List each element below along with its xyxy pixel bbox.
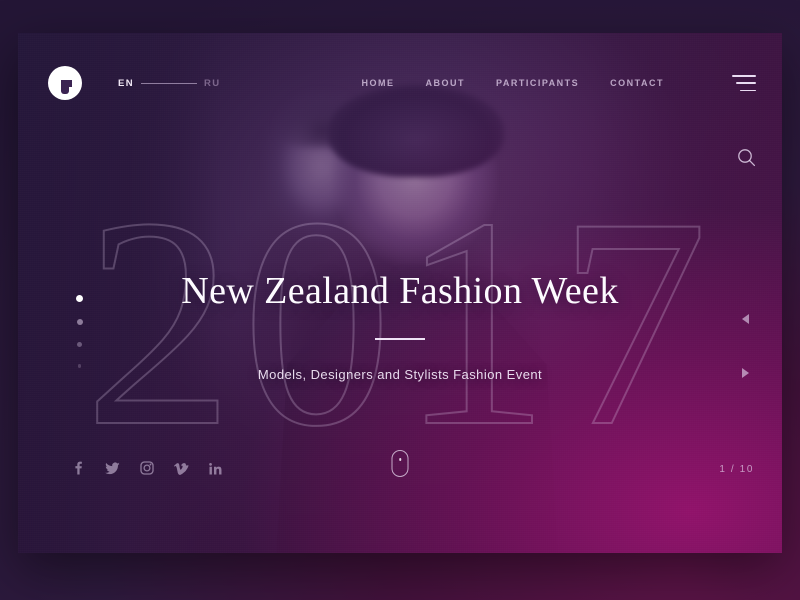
hero-title: New Zealand Fashion Week [181, 270, 619, 312]
nav-item-about[interactable]: ABOUT [426, 78, 466, 88]
scroll-mouse-icon[interactable] [391, 450, 409, 477]
slide-counter: 1 / 10 [719, 464, 754, 475]
slide-dot-4[interactable] [77, 364, 82, 368]
vimeo-icon[interactable] [174, 462, 189, 475]
site-header: EN RU HOME ABOUT PARTICIPANTS CONTACT [18, 33, 782, 133]
facebook-icon[interactable] [72, 461, 85, 475]
slide-dots-navigation [76, 295, 83, 368]
nav-item-home[interactable]: HOME [362, 78, 395, 88]
language-option-en[interactable]: EN [118, 78, 134, 89]
hero-subtitle: Models, Designers and Stylists Fashion E… [257, 366, 543, 382]
slide-dot-3[interactable] [77, 342, 82, 347]
instagram-icon[interactable] [140, 461, 154, 475]
slide-dot-2[interactable] [76, 319, 83, 325]
twitter-icon[interactable] [105, 462, 120, 475]
main-navigation: HOME ABOUT PARTICIPANTS CONTACT [362, 75, 756, 91]
language-switch-track [141, 82, 197, 84]
hero-slide-card: 2017 EN RU HOME ABOUT PARTICIPANTS CONTA… [18, 33, 782, 553]
social-links [72, 461, 222, 475]
triangle-right-icon[interactable] [742, 368, 749, 378]
slide-dot-1[interactable] [76, 295, 83, 302]
nav-item-participants[interactable]: PARTICIPANTS [496, 78, 579, 88]
hero-copy: New Zealand Fashion Week Models, Designe… [18, 269, 782, 382]
nav-item-contact[interactable]: CONTACT [610, 78, 664, 88]
brand-logo-icon[interactable] [48, 66, 82, 100]
language-switcher[interactable]: EN RU [118, 78, 221, 89]
title-divider [375, 338, 425, 340]
search-icon[interactable] [734, 145, 760, 171]
linkedin-icon[interactable] [209, 462, 222, 475]
triangle-left-icon[interactable] [742, 314, 749, 324]
language-option-ru[interactable]: RU [204, 78, 221, 89]
hamburger-menu-icon[interactable] [732, 75, 756, 91]
